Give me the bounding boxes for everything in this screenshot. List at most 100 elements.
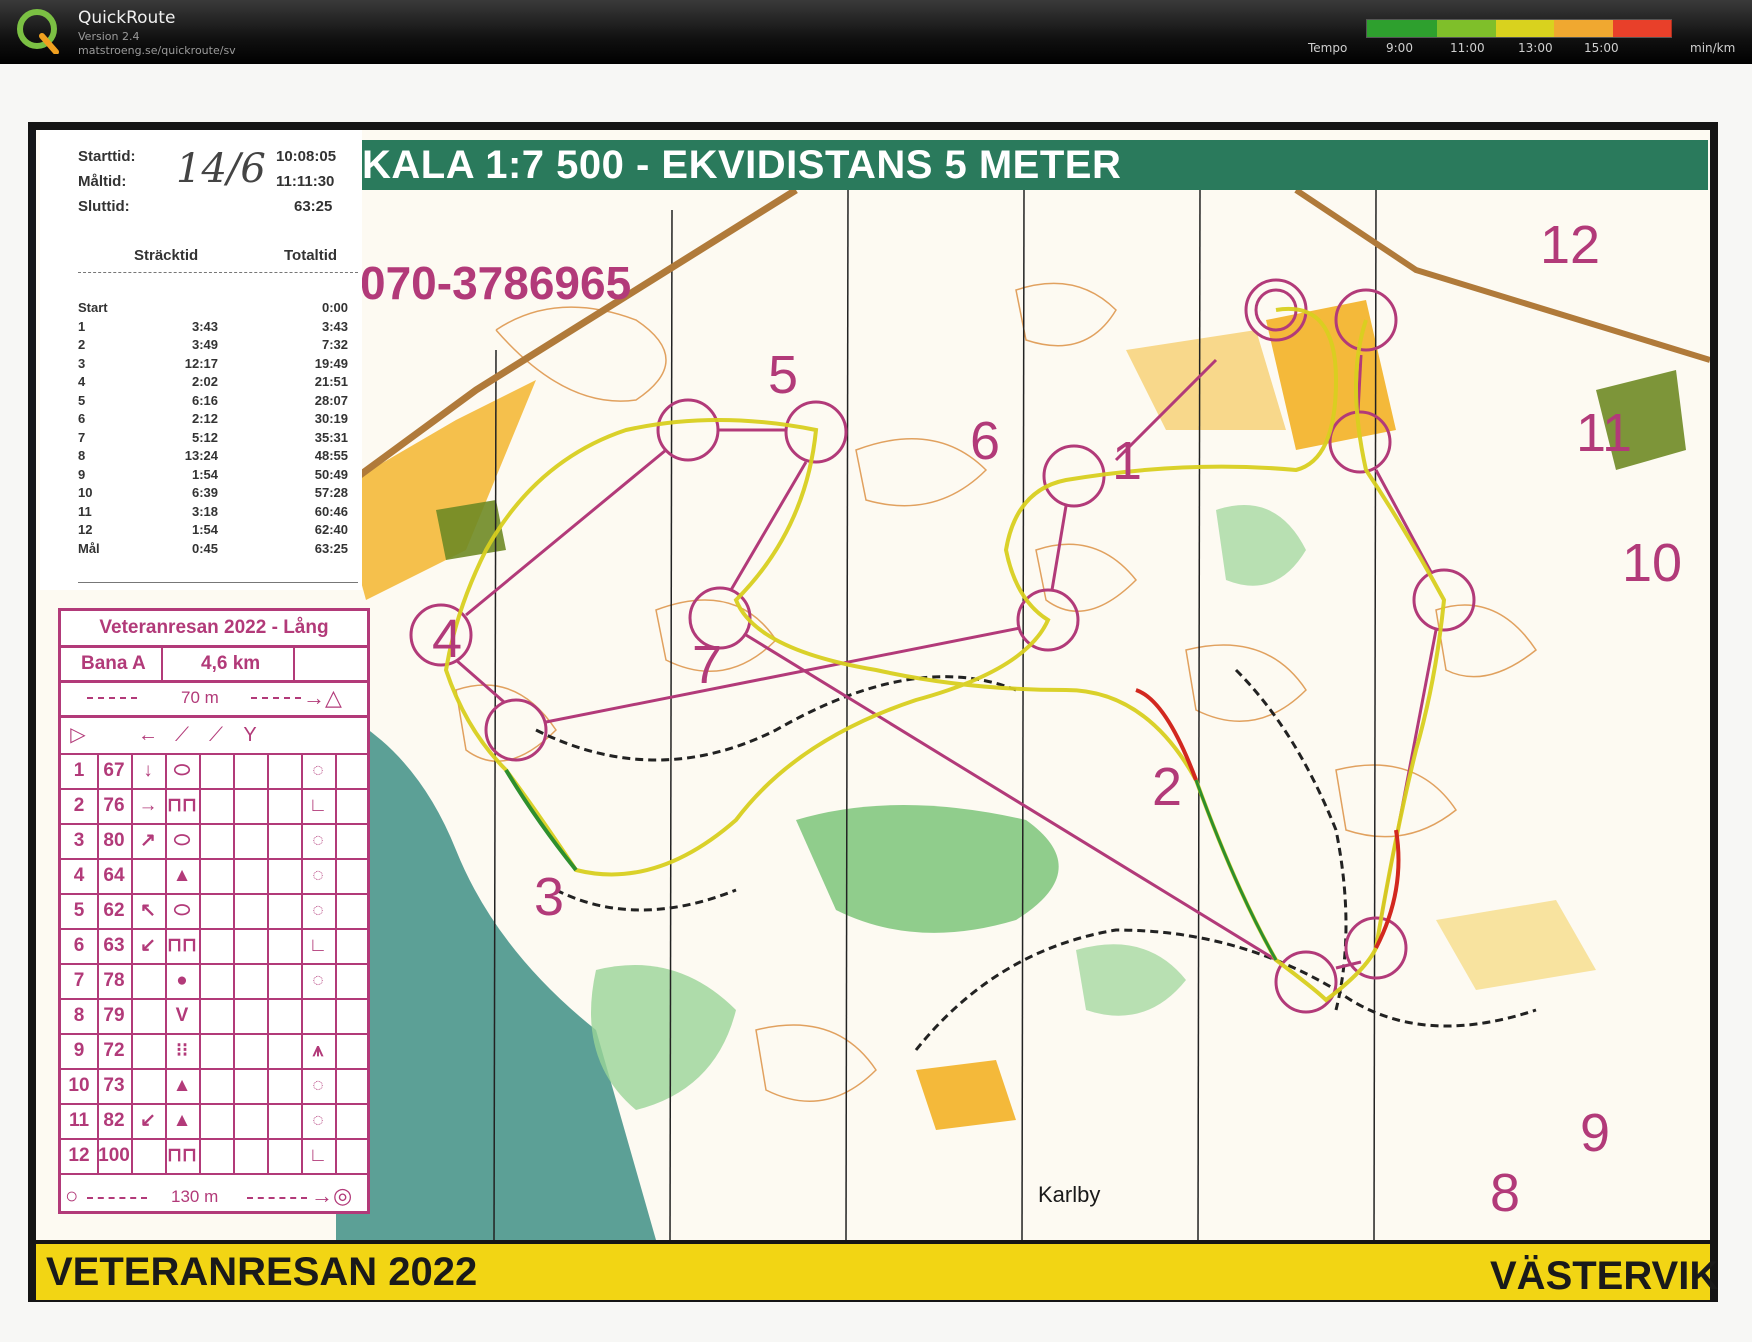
cd-cell-pos: ◌ xyxy=(301,823,337,858)
total-time: 50:49 xyxy=(314,466,348,482)
cd-cell-empty xyxy=(199,858,235,893)
finish-time-value: 11:11:30 xyxy=(276,173,335,190)
cd-cell-empty xyxy=(233,1103,269,1138)
split-row: 1 3:43 3:43 xyxy=(78,319,348,337)
cd-cell-n: 9 xyxy=(61,1033,99,1068)
cd-cell-empty xyxy=(199,963,235,998)
cd-cell-pos: ◌ xyxy=(301,893,337,928)
cd-cell-empty xyxy=(267,1033,303,1068)
cd-cell-pos: ◌ xyxy=(301,1068,337,1103)
split-time: 1:54 xyxy=(191,466,218,482)
start-triangle-icon: ▷ xyxy=(70,724,86,746)
cd-cell-code: 62 xyxy=(97,893,133,928)
cd-cell-empty xyxy=(233,858,269,893)
total-time: 7:32 xyxy=(321,337,348,352)
cd-cell-code: 73 xyxy=(97,1068,133,1103)
total-column-header: Totaltid xyxy=(284,247,338,264)
split-leg: 8 xyxy=(78,448,86,463)
split-row: 4 2:02 21:51 xyxy=(78,374,348,392)
total-time: 3:43 xyxy=(321,318,348,334)
cd-cell-dir xyxy=(131,998,167,1033)
cd-cell-pos: ◌ xyxy=(301,1103,337,1138)
cd-cell-empty xyxy=(199,893,235,928)
cd-cell-empty xyxy=(267,963,303,998)
split-leg: 1 xyxy=(78,318,86,334)
split-leg: 9 xyxy=(78,466,86,482)
cd-cell-dir: ↖ xyxy=(131,893,167,928)
cd-cell-feat: ⊓⊓ xyxy=(165,788,201,823)
split-time: 12:17 xyxy=(184,355,218,371)
cd-cell-pos: ∟ xyxy=(301,928,337,963)
cd-cell-empty xyxy=(335,1068,369,1103)
split-row: Start 0:00 xyxy=(78,300,348,318)
cd-cell-empty xyxy=(267,823,303,858)
cd-cell-dir xyxy=(131,1138,167,1173)
cd-cell-code: 80 xyxy=(97,823,133,858)
cd-cell-dir xyxy=(131,963,167,998)
total-time: 19:49 xyxy=(314,355,348,371)
split-row: 9 1:54 50:49 xyxy=(78,467,348,485)
cd-cell-empty xyxy=(335,823,369,858)
cd-cell-feat: ⊓⊓ xyxy=(165,1138,201,1173)
total-time: 30:19 xyxy=(314,411,348,426)
control-number: 5 xyxy=(768,345,799,405)
split-row: 2 3:49 7:32 xyxy=(78,337,348,355)
cd-cell-empty xyxy=(199,1138,235,1173)
split-time: 1:54 xyxy=(191,522,218,537)
dashed-line-icon xyxy=(247,1197,307,1199)
start-time-value: 10:08:05 xyxy=(276,148,337,165)
cd-cell-feat: ▲ xyxy=(165,1068,201,1103)
split-leg: 10 xyxy=(78,485,93,500)
split-leg: Mål xyxy=(78,540,100,556)
control-number: 10 xyxy=(1622,533,1683,593)
tempo-scale-cell xyxy=(1659,20,1672,37)
cd-cell-n: 7 xyxy=(61,963,99,998)
split-time: 6:39 xyxy=(191,485,218,500)
cd-cell-empty xyxy=(335,753,369,788)
cd-cell-pos: ◌ xyxy=(301,963,337,998)
control-description-row: 8 79 V xyxy=(61,998,369,1035)
cd-cell-empty xyxy=(199,1033,235,1068)
cd-cell-n: 3 xyxy=(61,823,99,858)
split-row: 10 6:39 57:28 xyxy=(78,485,348,503)
total-time: 48:55 xyxy=(314,448,348,463)
split-row: 6 2:12 30:19 xyxy=(78,411,348,429)
split-time: 2:02 xyxy=(191,374,218,389)
cd-cell-code: 82 xyxy=(97,1103,133,1138)
total-time: 35:31 xyxy=(314,429,348,445)
finish-circle-icon: →◎ xyxy=(311,1183,353,1208)
split-leg: 6 xyxy=(78,411,86,426)
control-description-row: 9 72 ⁝⁝ ⩚ xyxy=(61,1033,369,1070)
cd-cell-empty xyxy=(199,1103,235,1138)
cd-cell-n: 1 xyxy=(61,753,99,788)
quickroute-logo-icon xyxy=(17,9,59,54)
split-column-header: Sträcktid xyxy=(134,247,199,264)
total-time: 28:07 xyxy=(314,392,348,408)
control-description-row: 7 78 ● ◌ xyxy=(61,963,369,1000)
cd-cell-empty xyxy=(335,928,369,963)
split-row: 7 5:12 35:31 xyxy=(78,430,348,448)
cd-cell-feat: ● xyxy=(165,963,201,998)
split-leg: 5 xyxy=(78,392,86,408)
cd-cell-dir xyxy=(131,858,167,893)
cd-cell-empty xyxy=(199,788,235,823)
control-number: 11 xyxy=(1576,403,1633,463)
tempo-tick: 11:00 xyxy=(1450,41,1485,55)
cd-cell-empty xyxy=(267,788,303,823)
split-row: 12 1:54 62:40 xyxy=(78,522,348,540)
cd-cell-empty xyxy=(335,858,369,893)
event-place: VÄSTERVIK xyxy=(1490,1254,1719,1298)
start-marking-distance: 70 m xyxy=(181,688,219,707)
cd-cell-empty xyxy=(267,893,303,928)
cd-cell-empty xyxy=(199,823,235,858)
control-description-row: 11 82 ↙ ▲ ◌ xyxy=(61,1103,369,1140)
total-time-label: Sluttid: xyxy=(78,198,130,215)
quickroute-header: QuickRoute Version 2.4 matstroeng.se/qui… xyxy=(0,0,1752,64)
cd-cell-empty xyxy=(335,1138,369,1173)
symbol-header-row: ▷ ← ⟋ ⟋ Y xyxy=(61,718,367,755)
cd-cell-empty xyxy=(199,928,235,963)
cell-divider xyxy=(161,648,163,680)
app-url[interactable]: matstroeng.se/quickroute/sv xyxy=(78,44,236,57)
cd-cell-code: 67 xyxy=(97,753,133,788)
total-time: 0:00 xyxy=(321,300,348,315)
